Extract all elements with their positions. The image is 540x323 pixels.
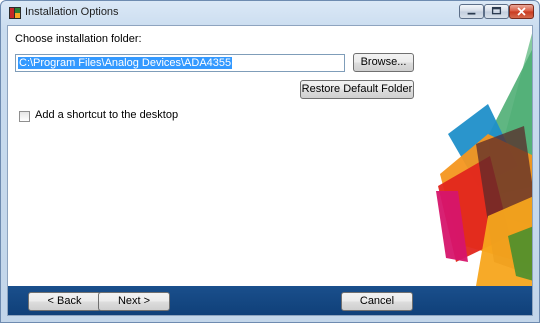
cancel-button[interactable]: Cancel xyxy=(341,292,413,311)
title-bar[interactable]: Installation Options xyxy=(1,1,539,25)
folder-label: Choose installation folder: xyxy=(15,33,142,45)
decorative-graphic xyxy=(436,33,532,286)
installer-icon xyxy=(9,7,21,19)
minimize-icon xyxy=(467,12,476,15)
dialog-content: Choose installation folder: C:\Program F… xyxy=(7,25,533,316)
next-button[interactable]: Next > xyxy=(98,292,170,311)
footer-bar: < Back Next > Cancel xyxy=(8,286,532,315)
desktop-shortcut-label[interactable]: Add a shortcut to the desktop xyxy=(35,109,178,121)
install-folder-field[interactable]: C:\Program Files\Analog Devices\ADA4355 xyxy=(15,54,345,72)
browse-button[interactable]: Browse... xyxy=(353,53,414,72)
restore-default-folder-button[interactable]: Restore Default Folder xyxy=(300,80,414,99)
close-button[interactable] xyxy=(509,4,534,19)
desktop-shortcut-checkbox[interactable] xyxy=(19,111,30,122)
back-button[interactable]: < Back xyxy=(28,292,101,311)
close-icon xyxy=(517,7,526,16)
install-folder-value: C:\Program Files\Analog Devices\ADA4355 xyxy=(18,57,233,69)
maximize-button[interactable] xyxy=(484,4,509,19)
minimize-button[interactable] xyxy=(459,4,484,19)
window-title: Installation Options xyxy=(25,6,119,18)
installer-window: Installation Options Choose installation… xyxy=(0,0,540,323)
maximize-icon xyxy=(491,6,502,15)
